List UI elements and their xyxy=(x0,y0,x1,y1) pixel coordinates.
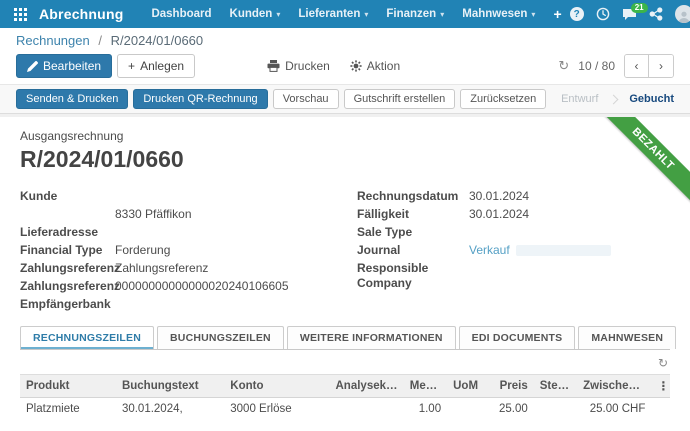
apps-grid-icon[interactable] xyxy=(8,6,33,23)
journal-link[interactable]: Verkauf xyxy=(469,243,510,257)
col-produkt[interactable]: Produkt xyxy=(20,375,116,398)
field-lieferadresse: Lieferadresse xyxy=(20,225,333,240)
pager-next-button[interactable]: › xyxy=(649,55,673,77)
pager-buttons: ‹ › xyxy=(624,54,674,78)
field-journal: Journal Verkauf xyxy=(357,243,670,258)
app-brand[interactable]: Abrechnung xyxy=(39,6,123,22)
menu-finanzen[interactable]: Finanzen▾ xyxy=(378,5,452,23)
document-type-label: Ausgangsrechnung xyxy=(20,129,670,143)
chevron-down-icon: ▾ xyxy=(531,10,535,19)
lines-toolbar: ↻ xyxy=(20,350,670,374)
col-analysekonto[interactable]: Analysekonto xyxy=(330,375,404,398)
print-action-menus: Drucken Aktion xyxy=(267,59,400,73)
pencil-icon xyxy=(27,61,38,72)
help-icon[interactable]: ? xyxy=(570,7,584,21)
record-buttons: Bearbeiten + Anlegen xyxy=(16,54,195,78)
reset-button[interactable]: Zurücksetzen xyxy=(460,89,546,109)
invoice-lines-table: Produkt Buchungstext Konto Analysekonto … xyxy=(20,374,670,415)
tab-edi-documents[interactable]: EDI DOCUMENTS xyxy=(459,326,576,349)
field-columns: Kunde 8330 Pfäffikon Lieferadresse Finan… xyxy=(20,189,670,312)
tab-weitere-informationen[interactable]: WEITERE INFORMATIONEN xyxy=(287,326,456,349)
control-panel-buttons-row: Bearbeiten + Anlegen Drucken Aktion ↻ 10… xyxy=(16,54,674,78)
breadcrumb: Rechnungen / R/2024/01/0660 xyxy=(16,33,674,48)
main-menu: Dashboard Kunden▾ Lieferanten▾ Finanzen▾… xyxy=(143,4,569,24)
field-responsible-company: Responsible Company xyxy=(357,261,670,291)
refresh-icon[interactable]: ↻ xyxy=(558,58,569,74)
col-menge[interactable]: Menge xyxy=(404,375,447,398)
preview-button[interactable]: Vorschau xyxy=(273,89,339,109)
field-faelligkeit: Fälligkeit 30.01.2024 xyxy=(357,207,670,222)
lines-refresh-icon[interactable]: ↻ xyxy=(658,356,668,370)
field-rechnungsdatum: Rechnungsdatum 30.01.2024 xyxy=(357,189,670,204)
send-print-button[interactable]: Senden & Drucken xyxy=(16,89,128,109)
chevron-right-icon xyxy=(609,94,619,104)
pager-previous-button[interactable]: ‹ xyxy=(625,55,649,77)
fields-left-column: Kunde 8330 Pfäffikon Lieferadresse Finan… xyxy=(20,189,333,312)
pager-value: 10 / 80 xyxy=(578,59,615,73)
navbar-right: ? 21 xyxy=(570,5,690,23)
journal-redacted-suffix xyxy=(516,245,611,256)
state-posted[interactable]: Gebucht xyxy=(629,93,674,105)
control-panel: Rechnungen / R/2024/01/0660 Bearbeiten +… xyxy=(0,28,690,84)
share-nodes-icon[interactable] xyxy=(649,7,663,21)
credit-note-button[interactable]: Gutschrift erstellen xyxy=(344,89,456,109)
create-button[interactable]: + Anlegen xyxy=(117,54,195,78)
messages-icon[interactable]: 21 xyxy=(622,8,637,21)
print-menu-button[interactable]: Drucken xyxy=(267,59,330,73)
col-steuern[interactable]: Steuern xyxy=(534,375,577,398)
navbar-left: Abrechnung Dashboard Kunden▾ Lieferanten… xyxy=(8,4,570,24)
field-zahlungsreferenz-2: Zahlungsreferenz 00000000000000020240106… xyxy=(20,279,333,294)
table-row[interactable]: Platzmiete Tennis 30.01.2024, 21:00:00 -… xyxy=(20,398,670,416)
action-menu-button[interactable]: Aktion xyxy=(350,59,400,73)
status-pipeline: Entwurf Gebucht xyxy=(561,93,674,105)
field-kunde: Kunde xyxy=(20,189,333,204)
edit-button[interactable]: Bearbeiten xyxy=(16,54,112,78)
menu-dashboard[interactable]: Dashboard xyxy=(143,5,219,23)
breadcrumb-current: R/2024/01/0660 xyxy=(111,33,204,48)
optional-columns-icon[interactable]: ⋮ xyxy=(651,375,670,398)
statusbar-buttons: Senden & Drucken Drucken QR-Rechnung Vor… xyxy=(16,89,546,109)
chevron-down-icon: ▾ xyxy=(276,10,280,19)
menu-mahnwesen[interactable]: Mahnwesen▾ xyxy=(454,5,543,23)
col-konto[interactable]: Konto xyxy=(224,375,329,398)
menu-lieferanten[interactable]: Lieferanten▾ xyxy=(290,5,376,23)
activity-clock-icon[interactable] xyxy=(596,7,610,21)
invoice-form-sheet: BEZAHLT Ausgangsrechnung R/2024/01/0660 … xyxy=(0,117,690,415)
invoice-number-title: R/2024/01/0660 xyxy=(20,146,670,173)
tab-rechnungszeilen[interactable]: RECHNUNGSZEILEN xyxy=(20,326,154,349)
col-preis[interactable]: Preis xyxy=(484,375,534,398)
state-draft[interactable]: Entwurf xyxy=(561,93,598,105)
chevron-down-icon: ▾ xyxy=(440,10,444,19)
gear-icon xyxy=(350,60,362,72)
field-kunde-city: 8330 Pfäffikon xyxy=(20,207,333,222)
notebook-tabs: RECHNUNGSZEILEN BUCHUNGSZEILEN WEITERE I… xyxy=(20,326,670,350)
plus-icon: + xyxy=(128,59,135,73)
field-empfaengerbank: Empfängerbank xyxy=(20,297,333,312)
new-plus-button[interactable]: + xyxy=(545,4,569,24)
table-header-row: Produkt Buchungstext Konto Analysekonto … xyxy=(20,375,670,398)
top-navbar: Abrechnung Dashboard Kunden▾ Lieferanten… xyxy=(0,0,690,28)
fields-right-column: Rechnungsdatum 30.01.2024 Fälligkeit 30.… xyxy=(357,189,670,312)
tab-buchungszeilen[interactable]: BUCHUNGSZEILEN xyxy=(157,326,284,349)
print-qr-button[interactable]: Drucken QR-Rechnung xyxy=(133,89,267,109)
breadcrumb-separator: / xyxy=(98,33,102,48)
menu-kunden[interactable]: Kunden▾ xyxy=(222,5,289,23)
chevron-down-icon: ▾ xyxy=(364,10,368,19)
messages-badge: 21 xyxy=(631,3,648,14)
breadcrumb-parent-link[interactable]: Rechnungen xyxy=(16,33,90,48)
field-zahlungsreferenz-1: Zahlungsreferenz Zahlungsreferenz xyxy=(20,261,333,276)
field-sale-type: Sale Type xyxy=(357,225,670,240)
form-statusbar: Senden & Drucken Drucken QR-Rechnung Vor… xyxy=(0,84,690,114)
user-avatar[interactable] xyxy=(675,5,690,23)
col-uom[interactable]: UoM xyxy=(447,375,484,398)
pager: ↻ 10 / 80 ‹ › xyxy=(558,54,674,78)
tab-mahnwesen[interactable]: MAHNWESEN xyxy=(578,326,676,349)
printer-icon xyxy=(267,60,280,72)
col-zwischensumme[interactable]: Zwischensumme.. xyxy=(577,375,651,398)
field-financial-type: Financial Type Forderung xyxy=(20,243,333,258)
col-buchungstext[interactable]: Buchungstext xyxy=(116,375,224,398)
